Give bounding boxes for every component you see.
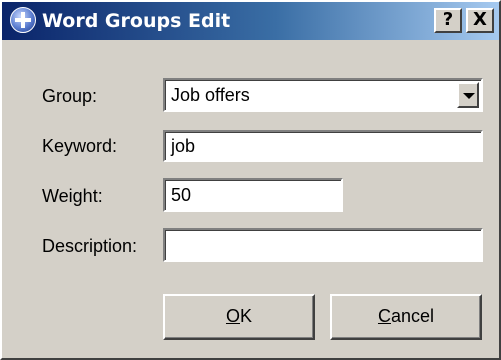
cancel-mnemonic: C — [377, 306, 391, 326]
description-label: Description: — [42, 236, 138, 256]
description-input[interactable] — [163, 228, 483, 262]
group-select[interactable]: Job offers — [163, 78, 483, 112]
group-label: Group: — [42, 86, 98, 106]
help-button[interactable]: ? — [434, 8, 462, 33]
window-title: Word Groups Edit — [42, 10, 231, 32]
keyword-input[interactable]: job — [163, 130, 483, 162]
ok-button[interactable]: OK — [163, 294, 315, 340]
cancel-button[interactable]: Cancel — [330, 294, 482, 340]
app-icon — [10, 7, 36, 33]
ok-mnemonic: O — [225, 306, 240, 326]
ok-label-rest: K — [240, 306, 253, 326]
keyword-input-value: job — [171, 136, 196, 156]
title-bar[interactable]: Word Groups Edit ? X — [2, 2, 499, 40]
weight-label: Weight: — [42, 186, 103, 206]
cancel-label-rest: ancel — [390, 306, 435, 326]
group-select-value: Job offers — [171, 85, 250, 105]
weight-input-value: 50 — [171, 185, 192, 205]
weight-input[interactable]: 50 — [163, 178, 343, 212]
chevron-down-icon[interactable] — [457, 82, 479, 108]
keyword-label: Keyword: — [42, 136, 118, 156]
word-groups-edit-dialog: Word Groups Edit ? X Group: Job offers K… — [0, 0, 501, 360]
close-button[interactable]: X — [466, 8, 494, 33]
